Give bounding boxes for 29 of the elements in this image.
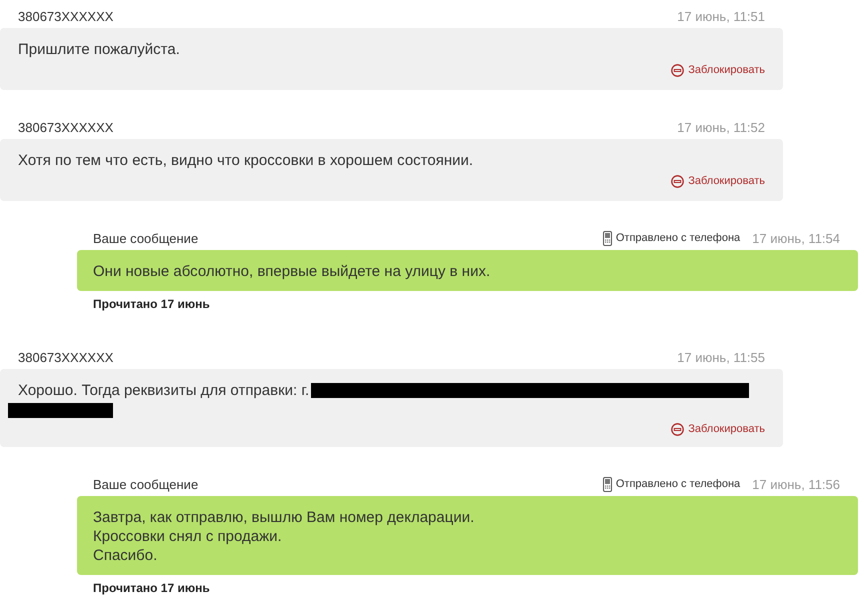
block-icon <box>671 175 684 188</box>
message-time: 17 июнь, 11:52 <box>677 120 765 134</box>
sender-name: 380673XXXXXX <box>18 350 114 364</box>
message-time: 17 июнь, 11:56 <box>752 476 840 492</box>
message-time: 17 июнь, 11:55 <box>677 350 765 364</box>
message-text: Пришлите пожалуйста. <box>18 40 181 59</box>
sent-from-label: Отправлено с телефона <box>616 478 740 490</box>
sender-label: Ваше сообщение <box>93 476 200 492</box>
read-status: Прочитано 17 июнь <box>92 580 211 595</box>
message-time: 17 июнь, 11:51 <box>677 8 765 24</box>
block-link[interactable]: Заблокировать <box>671 420 765 439</box>
sender-name: 380673XXXXXX <box>18 8 114 24</box>
phone-icon <box>602 476 612 492</box>
sent-from-label: Отправлено с телефона <box>616 232 740 244</box>
message-text: Спасибо. <box>93 546 158 565</box>
sender-label: Ваше сообщение <box>93 230 200 246</box>
message-time: 17 июнь, 11:54 <box>752 230 840 246</box>
block-link[interactable]: Заблокировать <box>671 172 765 191</box>
block-link[interactable]: Заблокировать <box>671 61 765 80</box>
read-status: Прочитано 17 июнь <box>92 296 211 311</box>
message-text: Кроссовки снял с продажи. <box>93 527 283 546</box>
message-text: Завтра, как отправлю, вышлю Вам номер декларации. <box>93 508 476 527</box>
block-icon <box>671 423 684 436</box>
block-icon <box>671 64 684 77</box>
sender-name: 380673XXXXXX <box>18 120 114 134</box>
phone-icon <box>602 230 612 246</box>
message-text: Хорошо. Тогда реквизиты для отправки: г. <box>18 381 310 400</box>
message-text: Они новые абсолютно, впервые выйдете на улицу в них. <box>93 262 492 281</box>
message-text: Хотя по тем что есть, видно что кроссовки в хорошем состоянии. <box>18 151 474 170</box>
